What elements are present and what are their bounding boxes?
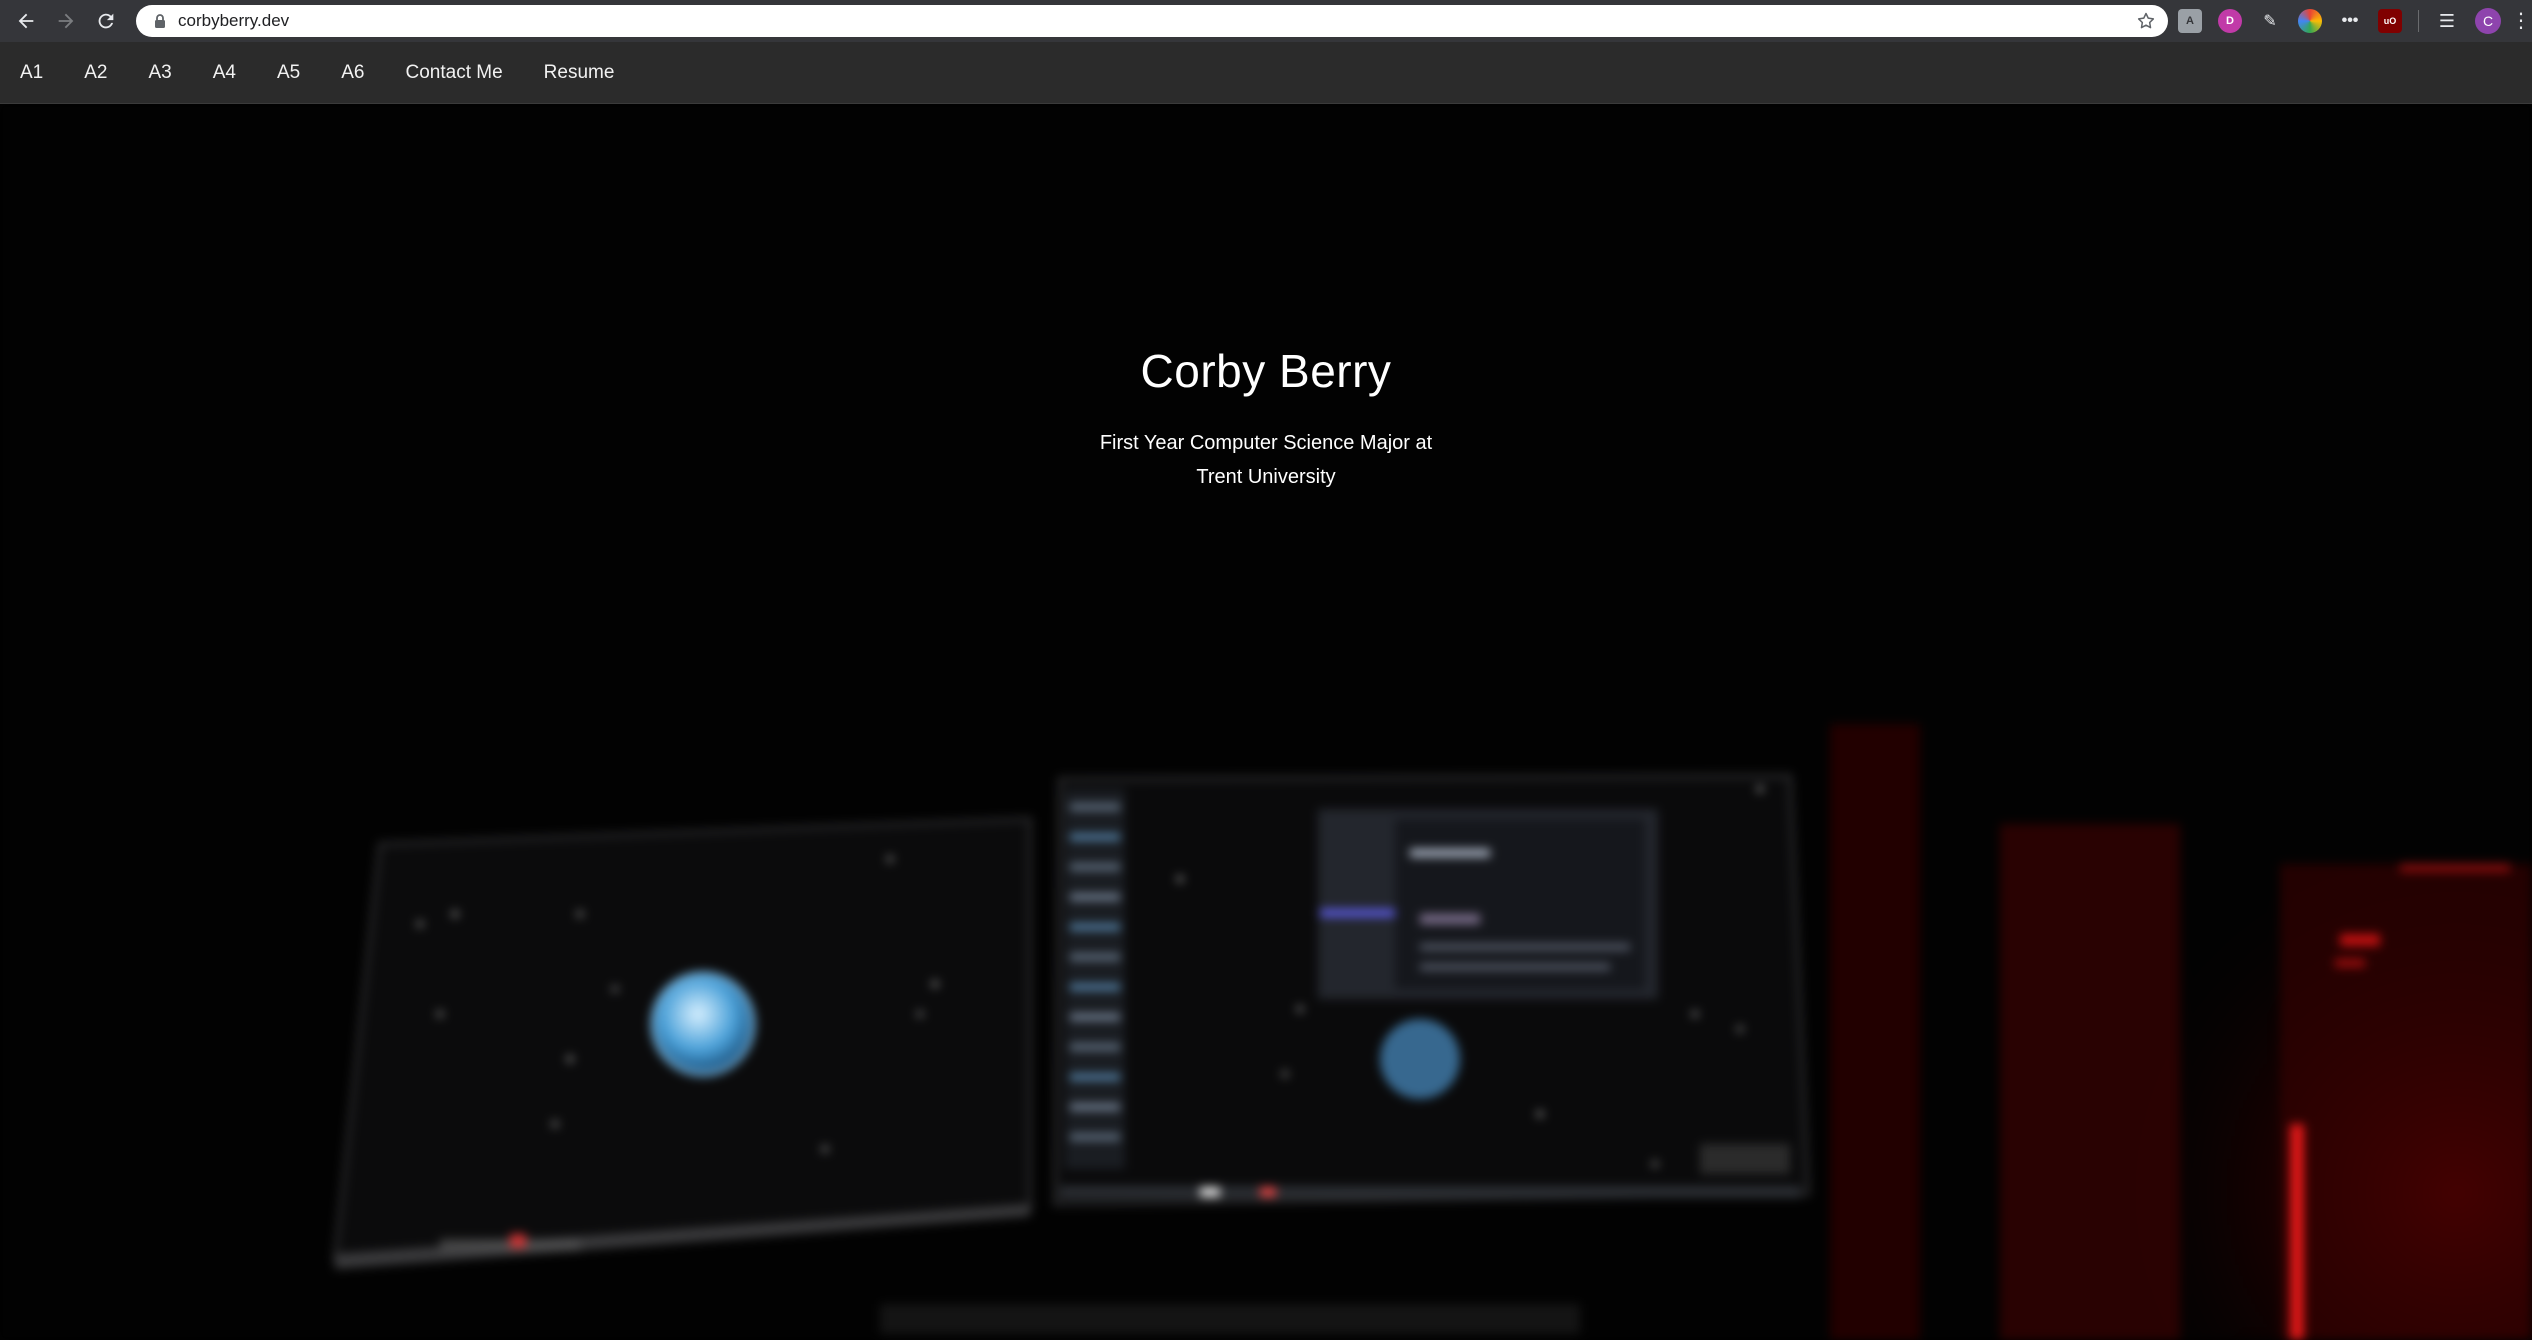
nav-link-a1[interactable]: A1 xyxy=(20,62,43,84)
reload-button[interactable] xyxy=(86,0,126,42)
profile-avatar[interactable]: C xyxy=(2475,8,2501,34)
dots-extension-icon[interactable]: ••• xyxy=(2338,9,2362,33)
toolbar-separator xyxy=(2418,10,2419,32)
lock-icon[interactable] xyxy=(152,13,168,29)
url-text[interactable]: corbyberry.dev xyxy=(178,11,289,31)
nav-link-a4[interactable]: A4 xyxy=(213,62,236,84)
nav-link-a3[interactable]: A3 xyxy=(149,62,172,84)
pen-extension-icon[interactable]: ✎ xyxy=(2258,9,2282,33)
hero-subtitle-line-2: Trent University xyxy=(1196,466,1336,488)
reload-icon xyxy=(98,13,114,29)
nav-link-contact[interactable]: Contact Me xyxy=(406,62,503,84)
back-arrow-icon xyxy=(18,13,34,29)
nav-link-resume[interactable]: Resume xyxy=(544,62,615,84)
media-queue-icon[interactable]: ☰ xyxy=(2435,9,2459,33)
d-extension-icon[interactable]: D xyxy=(2218,9,2242,33)
hero-text-block: Corby Berry First Year Computer Science … xyxy=(0,344,2532,494)
address-bar[interactable]: corbyberry.dev xyxy=(136,5,2168,37)
hero-subtitle-line-1: First Year Computer Science Major at xyxy=(1099,432,1433,454)
bookmark-star-icon[interactable] xyxy=(2136,11,2156,31)
hero-subtitle: First Year Computer Science Major at Tre… xyxy=(1086,426,1446,494)
site-navbar: A1 A2 A3 A4 A5 A6 Contact Me Resume xyxy=(0,42,2532,104)
forward-button[interactable] xyxy=(46,0,86,42)
browser-toolbar: corbyberry.dev A D ✎ ••• uO ☰ C ⋮ xyxy=(0,0,2532,42)
nav-link-a2[interactable]: A2 xyxy=(84,62,107,84)
colorful-extension-icon[interactable] xyxy=(2298,9,2322,33)
nav-link-a6[interactable]: A6 xyxy=(341,62,364,84)
browser-menu-icon[interactable]: ⋮ xyxy=(2511,11,2531,31)
forward-arrow-icon xyxy=(58,13,74,29)
ublock-origin-icon[interactable]: uO xyxy=(2378,9,2402,33)
hero-background-photo xyxy=(0,104,2532,1340)
nav-link-a5[interactable]: A5 xyxy=(277,62,300,84)
hero-title: Corby Berry xyxy=(1140,345,1392,397)
extensions-bar: A D ✎ ••• uO ☰ C ⋮ xyxy=(2178,0,2532,42)
hero-section: Corby Berry First Year Computer Science … xyxy=(0,104,2532,1340)
back-button[interactable] xyxy=(6,0,46,42)
generic-extension-icon[interactable]: A xyxy=(2178,9,2202,33)
